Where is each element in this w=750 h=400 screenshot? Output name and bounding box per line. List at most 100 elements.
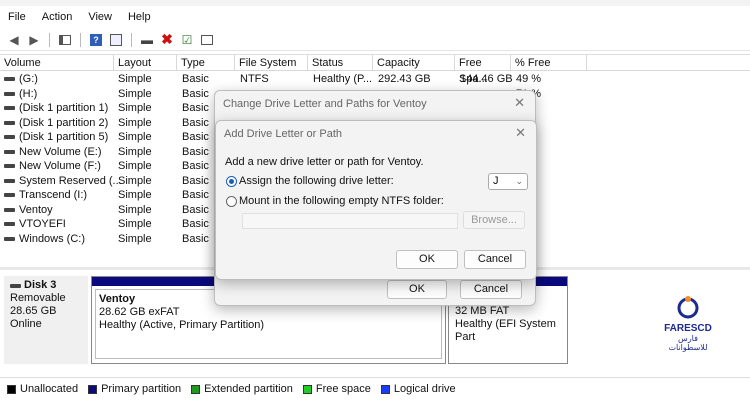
check-icon[interactable]: ☑ — [179, 32, 195, 48]
volume-name: Ventoy — [19, 203, 53, 216]
assign-letter-label[interactable]: Assign the following drive letter: — [239, 175, 394, 187]
volume-cell: (H:) — [4, 87, 37, 102]
drive-icon — [4, 207, 15, 212]
connect-drive-icon[interactable]: ▬ — [139, 32, 155, 48]
drive-icon — [4, 164, 15, 169]
close-icon[interactable]: ✕ — [514, 95, 525, 111]
drive-icon — [4, 222, 15, 227]
volume-cell: System Reserved (... — [4, 174, 122, 189]
layout-cell: Simple — [118, 160, 152, 172]
legend-label: Extended partition — [204, 383, 293, 395]
volume-cell: (Disk 1 partition 1) — [4, 101, 108, 116]
mount-folder-radio[interactable] — [226, 196, 237, 207]
volume-cell: New Volume (F:) — [4, 159, 101, 174]
back-arrow-icon[interactable]: ◀ — [6, 32, 22, 48]
free-space-cell: 144.46 GB — [460, 73, 513, 85]
legend-label: Free space — [315, 383, 371, 395]
layout-cell: Simple — [118, 116, 152, 129]
volume-name: (Disk 1 partition 1) — [19, 102, 109, 114]
volume-name: (H:) — [19, 87, 38, 100]
volume-cell: Ventoy — [4, 203, 53, 218]
volume-cell: (G:) — [4, 72, 38, 87]
column-header-percent-free[interactable]: % Free — [511, 55, 587, 71]
partition-status: Healthy (Active, Primary Partition) — [99, 319, 265, 331]
toolbar: ◀ ▶ ? ▬ ✖ ☑ — [0, 29, 750, 51]
drive-icon — [4, 178, 15, 183]
drive-icon — [4, 149, 15, 154]
legend-item: Free space — [302, 383, 371, 395]
ok-button[interactable]: OK — [396, 250, 458, 269]
disk-kind: Removable — [10, 292, 66, 304]
menu-file[interactable]: File — [0, 11, 34, 23]
volume-name: Transcend (I:) — [19, 189, 88, 201]
toolbar-divider — [131, 32, 132, 47]
layout-cell: Simple — [118, 131, 152, 143]
disk-name: Disk 3 — [24, 279, 57, 291]
ok-button[interactable]: OK — [387, 280, 447, 299]
volume-cell: VTOYEFI — [4, 217, 66, 232]
console-tree-icon[interactable] — [57, 32, 73, 48]
type-cell: Basic — [182, 73, 209, 85]
column-header-free-space[interactable]: Free Spa... — [455, 55, 511, 85]
column-header-capacity[interactable]: Capacity — [373, 55, 455, 71]
list-icon[interactable] — [199, 32, 215, 48]
layout-cell: Simple — [118, 203, 152, 216]
drive-icon — [4, 77, 15, 82]
volume-cell: Windows (C:) — [4, 232, 85, 247]
volume-cell: New Volume (E:) — [4, 145, 102, 160]
watermark-brand: FARESCD — [664, 323, 712, 334]
volume-cell: (Disk 1 partition 2) — [4, 116, 108, 131]
volume-name: (Disk 1 partition 5) — [19, 131, 109, 143]
help-icon[interactable]: ? — [88, 32, 104, 48]
table-row[interactable]: (G:) Simple Basic NTFS Healthy (P... 292.43 G… — [0, 72, 750, 87]
partition-name: Ventoy — [99, 293, 136, 305]
legend-item: Primary partition — [88, 383, 181, 395]
layout-cell: Simple — [118, 87, 152, 100]
drive-letter-select[interactable]: J ⌄ — [488, 173, 528, 190]
column-header-layout[interactable]: Layout — [114, 55, 177, 71]
cancel-button[interactable]: Cancel — [464, 250, 526, 269]
volume-name: (G:) — [19, 73, 38, 85]
volume-name: (Disk 1 partition 2) — [19, 116, 109, 129]
legend-swatch — [191, 384, 201, 394]
add-drive-letter-dialog: Add Drive Letter or Path ✕ Add a new dri… — [215, 120, 537, 280]
legend-swatch — [7, 384, 16, 394]
partition-size: 28.62 GB exFAT — [99, 306, 180, 318]
type-cell: Basic — [182, 203, 209, 216]
column-header-volume[interactable]: Volume — [0, 55, 114, 71]
assign-letter-radio[interactable] — [226, 176, 237, 187]
drive-letter-value: J — [493, 175, 499, 187]
dialog-title: Add Drive Letter or Path — [224, 128, 343, 140]
layout-cell: Simple — [118, 174, 152, 187]
legend: Unallocated Primary partition Extended par… — [0, 377, 750, 400]
status-cell: Healthy (P... — [313, 73, 373, 85]
disk-state: Online — [10, 318, 42, 330]
partition-size: 32 MB FAT — [455, 305, 510, 317]
type-cell: Basic — [182, 131, 209, 143]
legend-label: Unallocated — [20, 383, 79, 395]
type-cell: Basic — [182, 145, 209, 158]
menu-help[interactable]: Help — [120, 11, 159, 23]
layout-cell: Simple — [118, 189, 152, 201]
menu-action[interactable]: Action — [34, 11, 81, 23]
disk-icon — [10, 283, 21, 288]
drive-icon — [4, 120, 15, 125]
menu-view[interactable]: View — [80, 11, 120, 23]
cancel-button[interactable]: Cancel — [460, 280, 522, 299]
column-header-type[interactable]: Type — [177, 55, 235, 71]
column-header-file-system[interactable]: File System — [235, 55, 308, 71]
mount-folder-label[interactable]: Mount in the following empty NTFS folder… — [239, 195, 444, 207]
close-icon[interactable]: ✕ — [515, 125, 526, 141]
column-header-status[interactable]: Status — [308, 55, 373, 71]
legend-item: Unallocated — [7, 383, 78, 395]
disk-label[interactable]: Disk 3 Removable 28.65 GB Online — [4, 276, 88, 364]
delete-icon[interactable]: ✖ — [159, 31, 175, 48]
properties-icon[interactable] — [108, 32, 124, 48]
volume-name: Windows (C:) — [19, 232, 86, 245]
browse-button[interactable]: Browse... — [463, 211, 525, 229]
drive-icon — [4, 135, 15, 140]
folder-path-input[interactable] — [242, 213, 458, 229]
type-cell: Basic — [182, 87, 209, 100]
fs-cell: NTFS — [240, 73, 269, 85]
forward-arrow-icon[interactable]: ▶ — [26, 32, 42, 48]
